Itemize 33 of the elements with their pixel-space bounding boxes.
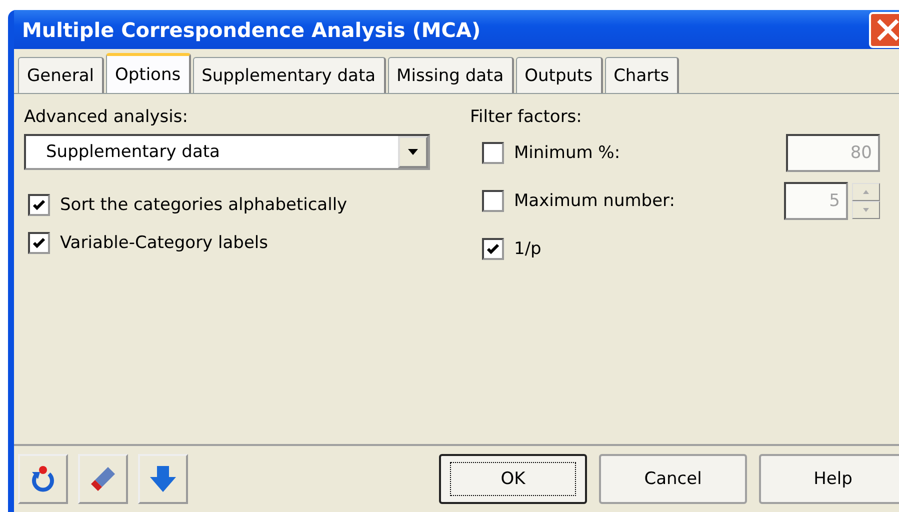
down-arrow-icon <box>863 208 869 212</box>
checkbox-label: Sort the categories alphabetically <box>60 195 348 215</box>
checkbox-label: 1/p <box>514 239 542 259</box>
dialog-button[interactable]: Cancel <box>599 454 747 504</box>
checkbox-label: Variable-Category labels <box>60 233 268 253</box>
analysis-dropdown[interactable]: Supplementary data <box>24 134 430 170</box>
check-icon <box>32 236 46 250</box>
checkbox[interactable] <box>28 194 50 216</box>
tab[interactable]: Outputs <box>516 57 603 93</box>
checkbox[interactable] <box>28 232 50 254</box>
window-title: Multiple Correspondence Analysis (MCA) <box>22 18 482 42</box>
tab[interactable]: Charts <box>604 57 680 93</box>
spin-down-button[interactable] <box>852 201 880 219</box>
check-icon <box>486 242 500 256</box>
checkbox-label: Maximum number: <box>514 191 675 211</box>
reset-button[interactable] <box>18 454 68 504</box>
field-label: Advanced analysis: <box>24 106 189 129</box>
spin-up-button[interactable] <box>852 183 880 201</box>
eraser-button[interactable] <box>78 454 128 504</box>
tab[interactable]: Supplementary data <box>192 57 386 93</box>
checkbox-label: Minimum %: <box>514 143 620 163</box>
tab[interactable]: Missing data <box>388 57 514 93</box>
check-icon <box>32 198 46 212</box>
down-arrow-icon <box>148 464 178 494</box>
down-button[interactable] <box>138 454 188 504</box>
dialog-button[interactable]: OK <box>439 454 587 504</box>
field-label: Filter factors: <box>470 106 583 129</box>
up-arrow-icon <box>863 190 869 194</box>
dialog-button[interactable]: Help <box>759 454 899 504</box>
tab[interactable]: General <box>18 57 104 93</box>
close-button[interactable] <box>869 12 899 48</box>
checkbox[interactable] <box>482 238 504 260</box>
tab[interactable]: Options <box>106 53 191 93</box>
